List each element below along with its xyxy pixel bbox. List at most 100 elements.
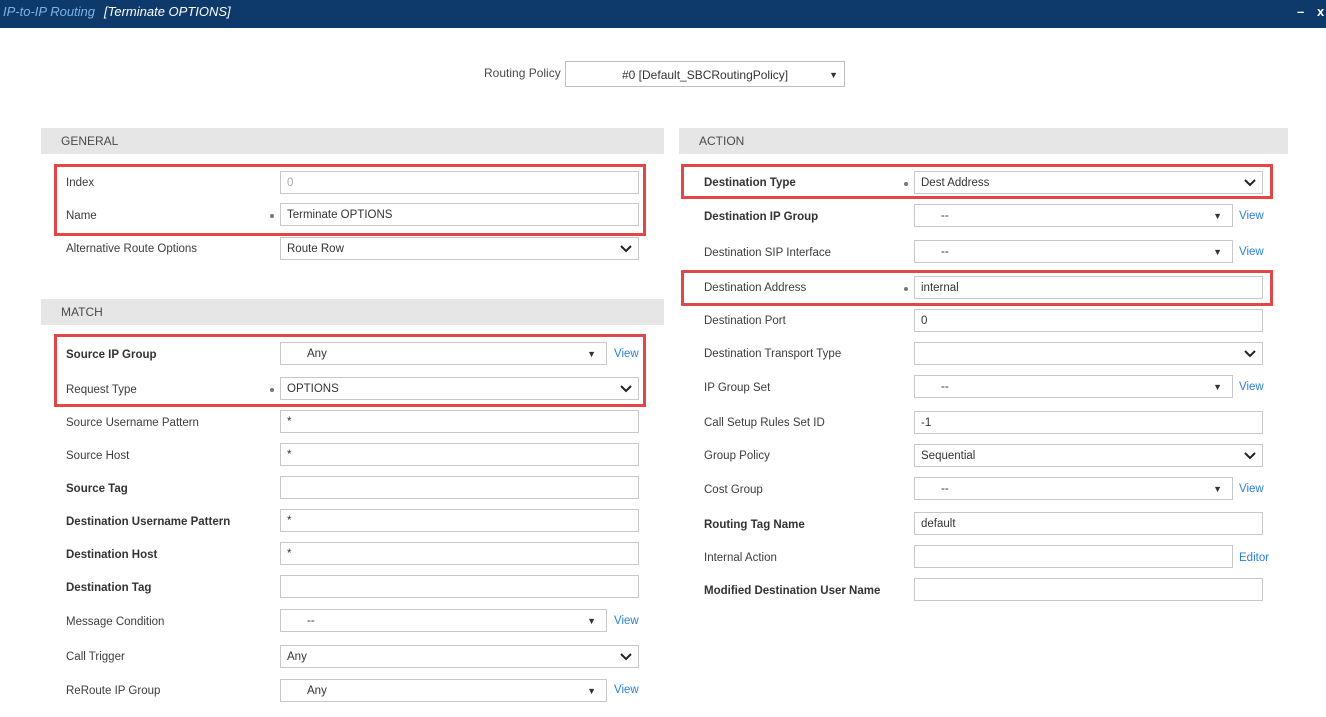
- internal-action-input[interactable]: [914, 545, 1233, 568]
- destination-address-label: Destination Address: [704, 282, 807, 294]
- match-section-title: MATCH: [61, 305, 103, 319]
- dest-host-input[interactable]: *: [280, 542, 639, 565]
- message-condition-select[interactable]: -- ▼: [280, 609, 607, 632]
- dest-host-label: Destination Host: [66, 549, 158, 561]
- chevron-down-icon: [1244, 350, 1256, 358]
- destination-type-select[interactable]: Dest Address: [914, 171, 1263, 194]
- source-username-pattern-label: Source Username Pattern: [66, 417, 199, 429]
- message-condition-value: --: [307, 615, 315, 627]
- modified-destination-user-name-label: Modified Destination User Name: [704, 585, 881, 597]
- call-trigger-value: Any: [287, 651, 307, 663]
- destination-ip-group-view-link[interactable]: View: [1239, 210, 1264, 222]
- routing-policy-label: Routing Policy: [484, 66, 561, 80]
- index-label: Index: [66, 177, 95, 189]
- call-trigger-select[interactable]: Any: [280, 645, 639, 668]
- routing-tag-name-input[interactable]: default: [914, 512, 1263, 535]
- source-host-value: *: [287, 449, 292, 461]
- caret-down-icon: ▼: [1213, 247, 1222, 257]
- source-ip-group-label: Source IP Group: [66, 349, 157, 361]
- source-host-label: Source Host: [66, 450, 130, 462]
- chevron-down-icon: [1244, 179, 1256, 187]
- routing-tag-name-label: Routing Tag Name: [704, 519, 805, 531]
- destination-port-value: 0: [921, 315, 928, 327]
- action-section-title: ACTION: [699, 134, 745, 148]
- destination-sip-interface-value: --: [941, 246, 949, 258]
- caret-down-icon: ▼: [587, 349, 596, 359]
- alt-route-label: Alternative Route Options: [66, 243, 198, 255]
- ip-group-set-view-link[interactable]: View: [1239, 381, 1264, 393]
- chevron-down-icon: [1244, 452, 1256, 460]
- reroute-ip-group-select[interactable]: Any ▼: [280, 679, 607, 702]
- destination-ip-group-value: --: [941, 210, 949, 222]
- internal-action-editor-link[interactable]: Editor: [1239, 552, 1269, 564]
- match-section-header: MATCH: [41, 299, 664, 325]
- source-ip-group-select[interactable]: Any ▼: [280, 342, 607, 365]
- source-ip-group-value: Any: [307, 348, 327, 360]
- caret-down-icon: ▼: [587, 686, 596, 696]
- chevron-down-icon: [620, 385, 632, 393]
- dest-username-pattern-value: *: [287, 515, 292, 527]
- modified-destination-user-name-input[interactable]: [914, 578, 1263, 601]
- ip-group-set-value: --: [941, 381, 949, 393]
- close-button[interactable]: x: [1317, 4, 1324, 19]
- destination-type-label: Destination Type: [704, 177, 796, 189]
- reroute-ip-group-view-link[interactable]: View: [614, 684, 639, 696]
- dest-username-pattern-input[interactable]: *: [280, 509, 639, 532]
- name-input[interactable]: Terminate OPTIONS: [280, 203, 639, 226]
- alt-route-select[interactable]: Route Row: [280, 237, 639, 260]
- general-section-title: GENERAL: [61, 134, 119, 148]
- source-ip-group-view-link[interactable]: View: [614, 348, 639, 360]
- dest-tag-label: Destination Tag: [66, 582, 152, 594]
- index-field: 0: [280, 171, 639, 194]
- source-tag-label: Source Tag: [66, 483, 128, 495]
- cost-group-label: Cost Group: [704, 484, 763, 496]
- group-policy-select[interactable]: Sequential: [914, 444, 1263, 467]
- ip-group-set-label: IP Group Set: [704, 382, 771, 394]
- minimize-button[interactable]: –: [1297, 4, 1304, 19]
- cost-group-value: --: [941, 483, 949, 495]
- cost-group-view-link[interactable]: View: [1239, 483, 1264, 495]
- destination-sip-interface-select[interactable]: -- ▼: [914, 240, 1233, 263]
- source-username-pattern-input[interactable]: *: [280, 410, 639, 433]
- group-policy-value: Sequential: [921, 450, 976, 462]
- dest-host-value: *: [287, 548, 292, 560]
- destination-sip-interface-view-link[interactable]: View: [1239, 246, 1264, 258]
- record-title: [Terminate OPTIONS]: [104, 4, 231, 19]
- destination-port-label: Destination Port: [704, 315, 786, 327]
- title-bar: IP-to-IP Routing [Terminate OPTIONS] – x: [0, 0, 1326, 28]
- destination-transport-type-label: Destination Transport Type: [704, 348, 842, 360]
- destination-address-input[interactable]: internal: [914, 276, 1263, 299]
- chevron-down-icon: [620, 653, 632, 661]
- required-dot-icon: [904, 287, 908, 291]
- required-dot-icon: [270, 214, 274, 218]
- source-tag-input[interactable]: [280, 476, 639, 499]
- destination-ip-group-select[interactable]: -- ▼: [914, 204, 1233, 227]
- message-condition-view-link[interactable]: View: [614, 615, 639, 627]
- group-policy-label: Group Policy: [704, 450, 770, 462]
- destination-port-input[interactable]: 0: [914, 309, 1263, 332]
- request-type-select[interactable]: OPTIONS: [280, 377, 639, 400]
- destination-sip-interface-label: Destination SIP Interface: [704, 247, 831, 259]
- dest-username-pattern-label: Destination Username Pattern: [66, 516, 231, 528]
- internal-action-label: Internal Action: [704, 552, 777, 564]
- source-username-pattern-value: *: [287, 416, 292, 428]
- routing-policy-select[interactable]: #0 [Default_SBCRoutingPolicy] ▼: [565, 61, 845, 87]
- required-dot-icon: [904, 182, 908, 186]
- name-label: Name: [66, 210, 97, 222]
- cost-group-select[interactable]: -- ▼: [914, 477, 1233, 500]
- call-setup-rules-set-id-input[interactable]: -1: [914, 411, 1263, 434]
- dest-tag-input[interactable]: [280, 575, 639, 598]
- caret-down-icon: ▼: [1213, 211, 1222, 221]
- request-type-label: Request Type: [66, 384, 137, 396]
- source-host-input[interactable]: *: [280, 443, 639, 466]
- destination-transport-type-select[interactable]: [914, 342, 1263, 365]
- destination-ip-group-label: Destination IP Group: [704, 211, 819, 223]
- call-trigger-label: Call Trigger: [66, 651, 125, 663]
- call-setup-rules-set-id-value: -1: [921, 417, 932, 429]
- alt-route-value: Route Row: [287, 243, 344, 255]
- caret-down-icon: ▼: [829, 70, 838, 80]
- call-setup-rules-set-id-label: Call Setup Rules Set ID: [704, 417, 825, 429]
- module-title: IP-to-IP Routing: [3, 4, 96, 19]
- ip-group-set-select[interactable]: -- ▼: [914, 375, 1233, 398]
- required-dot-icon: [270, 388, 274, 392]
